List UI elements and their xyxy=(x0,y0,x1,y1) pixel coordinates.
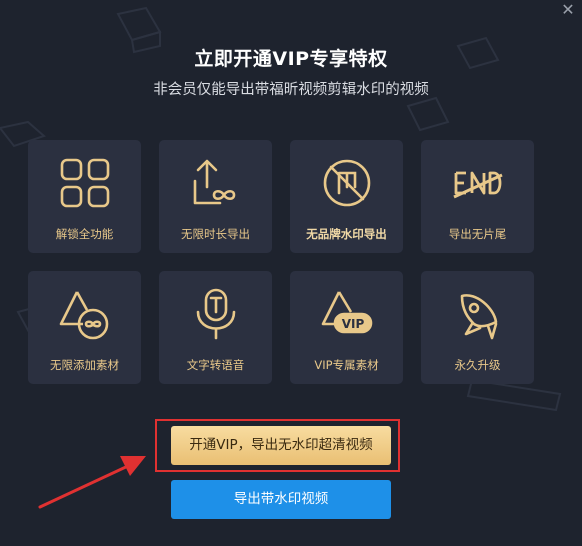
feature-label: VIP专属素材 xyxy=(314,358,379,372)
grid-icon xyxy=(60,158,110,208)
feature-label: 永久升级 xyxy=(454,358,501,372)
feature-label: 无限添加素材 xyxy=(50,358,119,372)
export-watermark-video-button[interactable]: 导出带水印视频 xyxy=(171,480,391,519)
rocket-icon xyxy=(460,294,498,340)
svg-text:VIP: VIP xyxy=(342,317,365,331)
feature-card-lifetime-upgrade: 永久升级 xyxy=(421,271,534,384)
export-infinity-icon xyxy=(193,159,236,205)
microphone-icon xyxy=(196,288,236,340)
dialog-subtitle: 非会员仅能导出带福昕视频剪辑水印的视频 xyxy=(153,82,429,98)
feature-card-text-to-speech: 文字转语音 xyxy=(159,271,272,384)
vip-material-icon: VIP xyxy=(321,291,373,334)
feature-card-no-ending: 导出无片尾 xyxy=(421,140,534,253)
feature-card-unlimited-duration: 无限时长导出 xyxy=(159,140,272,253)
no-end-icon xyxy=(453,171,503,199)
feature-label: 无品牌水印导出 xyxy=(306,227,387,241)
feature-label: 解锁全功能 xyxy=(55,227,114,241)
close-icon[interactable]: ✕ xyxy=(560,2,576,18)
feature-label: 导出无片尾 xyxy=(448,227,507,241)
feature-card-no-brand-watermark: 无品牌水印导出 xyxy=(290,140,403,253)
vip-dialog: ✕ 立即开通VIP专享特权 非会员仅能导出带福昕视频剪辑水印的视频 解锁全功能 … xyxy=(0,0,582,546)
dialog-title: 立即开通VIP专享特权 xyxy=(194,48,388,70)
feature-card-unlock: 解锁全功能 xyxy=(28,140,141,253)
open-vip-button[interactable]: 开通VIP，导出无水印超清视频 xyxy=(171,426,391,465)
feature-card-unlimited-material: 无限添加素材 xyxy=(28,271,141,384)
feature-label: 文字转语音 xyxy=(186,358,245,372)
feature-card-vip-material: VIP VIP专属素材 xyxy=(290,271,403,384)
material-infinity-icon xyxy=(59,291,109,340)
feature-label: 无限时长导出 xyxy=(181,227,250,241)
no-watermark-icon xyxy=(323,159,371,207)
